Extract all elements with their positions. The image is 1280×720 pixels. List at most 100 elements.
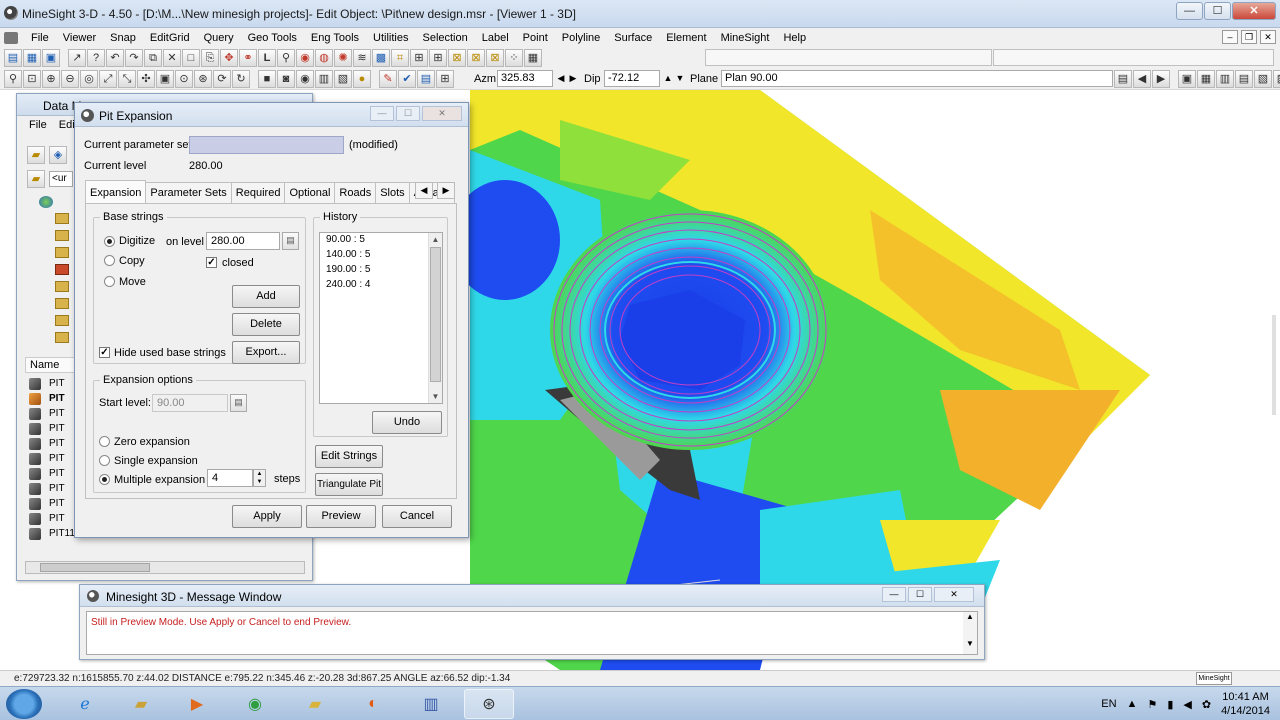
light-icon[interactable]: ● <box>353 70 371 88</box>
dm-folder-up-icon[interactable]: ▰ <box>27 170 45 188</box>
folder-icon[interactable] <box>55 315 69 326</box>
folder-icon[interactable] <box>55 247 69 258</box>
history-list[interactable]: 90.00 : 5 140.00 : 5 190.00 : 5 240.00 :… <box>319 232 443 404</box>
clock[interactable]: 10:41 AM 4/14/2014 <box>1221 690 1270 718</box>
grid-yellow2-icon[interactable]: ⊠ <box>467 49 485 67</box>
grid-fine-icon[interactable]: ⊞ <box>429 49 447 67</box>
fit-all-icon[interactable]: ⤡ <box>118 70 136 88</box>
paste-icon[interactable]: ⎘ <box>201 49 219 67</box>
dip-input[interactable]: -72.12 <box>604 70 660 87</box>
closed-checkbox[interactable]: ✓ <box>206 257 217 268</box>
fit-icon[interactable]: ⤢ <box>99 70 117 88</box>
pit-expansion-titlebar[interactable]: Pit Expansion — ☐ ✕ <box>75 103 468 127</box>
menu-help[interactable]: Help <box>776 32 813 44</box>
square-icon[interactable]: ■ <box>258 70 276 88</box>
grid-snap-icon[interactable]: ⌗ <box>391 49 409 67</box>
dialog-maximize-button[interactable]: ☐ <box>396 106 420 121</box>
text-icon[interactable]: L <box>258 49 276 67</box>
grid-lines-icon[interactable]: ▦ <box>524 49 542 67</box>
steps-input[interactable]: 4 <box>207 469 253 487</box>
image-icon[interactable]: ▤ <box>417 70 435 88</box>
history-scrollbar[interactable]: ▲ ▼ <box>428 233 442 403</box>
folder-icon[interactable] <box>55 332 69 343</box>
clip-icon[interactable]: ▧ <box>334 70 352 88</box>
view-icon-1[interactable]: ▣ <box>1178 70 1196 88</box>
explorer-icon[interactable]: ▰ <box>116 689 166 719</box>
mdi-minimize-button[interactable]: – <box>1222 30 1238 44</box>
hide-used-checkbox[interactable]: ✓ <box>99 347 110 358</box>
plane-edit-icon[interactable]: ▤ <box>1114 70 1132 88</box>
view-icon-4[interactable]: ▤ <box>1235 70 1253 88</box>
move-icon[interactable]: ✥ <box>220 49 238 67</box>
target-icon[interactable]: ⊙ <box>175 70 193 88</box>
blank-icon[interactable]: □ <box>182 49 200 67</box>
copy-radio[interactable] <box>104 255 115 266</box>
history-item[interactable]: 90.00 : 5 <box>320 233 442 248</box>
edit-strings-button[interactable]: Edit Strings <box>315 445 383 468</box>
rotate-icon[interactable]: ⟳ <box>213 70 231 88</box>
minimize-button[interactable]: — <box>1176 2 1203 20</box>
plane-prev-icon[interactable]: ◀ <box>1133 70 1151 88</box>
plane-next-icon[interactable]: ▶ <box>1152 70 1170 88</box>
menu-snap[interactable]: Snap <box>103 32 143 44</box>
folder-icon[interactable] <box>55 281 69 292</box>
multiple-expansion-radio[interactable] <box>99 474 110 485</box>
dm-folder-open-icon[interactable]: ▰ <box>27 146 45 164</box>
zoom-in-icon[interactable]: ⊕ <box>42 70 60 88</box>
mdi-restore-button[interactable]: ❐ <box>1241 30 1257 44</box>
zoom-icon[interactable]: ⚲ <box>4 70 22 88</box>
close-button[interactable]: ✕ <box>1232 2 1276 20</box>
render-icon[interactable]: ◉ <box>296 49 314 67</box>
azm-input[interactable]: 325.83 <box>497 70 553 87</box>
dm-menu-edit[interactable]: Edi <box>59 119 75 134</box>
menu-polyline[interactable]: Polyline <box>555 32 608 44</box>
start-level-input[interactable]: 90.00 <box>152 394 228 412</box>
undo-icon[interactable]: ↶ <box>106 49 124 67</box>
maximize-button[interactable]: ☐ <box>1204 2 1231 20</box>
check-mark-icon[interactable]: ✔ <box>398 70 416 88</box>
menu-minesight[interactable]: MineSight <box>714 32 777 44</box>
tray-expand-icon[interactable]: ▲ <box>1127 698 1138 710</box>
message-close-button[interactable]: ✕ <box>934 587 974 602</box>
base-level-input[interactable]: 280.00 <box>206 232 280 250</box>
firefox-icon[interactable]: ◐ <box>348 689 398 719</box>
tab-roads[interactable]: Roads <box>334 182 377 203</box>
dip-down-arrow[interactable]: ▼ <box>675 71 685 86</box>
tab-scroll-right[interactable]: ▶ <box>437 182 455 199</box>
view-icon-6[interactable]: ▨ <box>1273 70 1280 88</box>
message-scrollbar[interactable]: ▲ ▼ <box>963 612 977 654</box>
tab-parameter-sets[interactable]: Parameter Sets <box>145 182 232 203</box>
query-icon[interactable]: ⚲ <box>277 49 295 67</box>
delete-icon[interactable]: ✕ <box>163 49 181 67</box>
globe-icon[interactable]: ◎ <box>80 70 98 88</box>
shade-icon[interactable]: ◍ <box>315 49 333 67</box>
minesight-app-icon[interactable]: ⊛ <box>464 689 514 719</box>
tab-scroll-left[interactable]: ◀ <box>415 182 433 199</box>
tab-required[interactable]: Required <box>230 182 286 203</box>
mdi-close-button[interactable]: ✕ <box>1260 30 1276 44</box>
disc-icon[interactable]: ◉ <box>296 70 314 88</box>
message-window[interactable]: Minesight 3D - Message Window — ☐ ✕ Stil… <box>79 584 985 660</box>
view-icon-3[interactable]: ▥ <box>1216 70 1234 88</box>
plane-input[interactable]: Plan 90.00 <box>721 70 1113 87</box>
undo-button[interactable]: Undo <box>372 411 442 434</box>
zoom-out-icon[interactable]: ⊖ <box>61 70 79 88</box>
doc-icon[interactable] <box>4 31 18 44</box>
help-icon[interactable]: ? <box>87 49 105 67</box>
new-icon[interactable]: ▤ <box>4 49 22 67</box>
grid-yellow-icon[interactable]: ⊠ <box>448 49 466 67</box>
menu-element[interactable]: Element <box>659 32 713 44</box>
tab-expansion[interactable]: Expansion <box>85 180 147 203</box>
pit-expansion-dialog[interactable]: Pit Expansion — ☐ ✕ Current parameter se… <box>74 102 469 538</box>
lines-icon[interactable]: ≋ <box>353 49 371 67</box>
move-radio[interactable] <box>104 276 115 287</box>
menu-file[interactable]: File <box>24 32 56 44</box>
link-icon[interactable]: ⚭ <box>239 49 257 67</box>
dm-horizontal-scrollbar[interactable] <box>25 561 305 574</box>
menu-surface[interactable]: Surface <box>607 32 659 44</box>
flag-icon[interactable]: ⚑ <box>1147 698 1157 711</box>
grid-globe-icon[interactable]: ⊛ <box>194 70 212 88</box>
start-level-picker-button[interactable]: ▤ <box>230 394 247 412</box>
copy-icon[interactable]: ⧉ <box>144 49 162 67</box>
scroll-up-icon[interactable]: ▲ <box>429 233 442 246</box>
